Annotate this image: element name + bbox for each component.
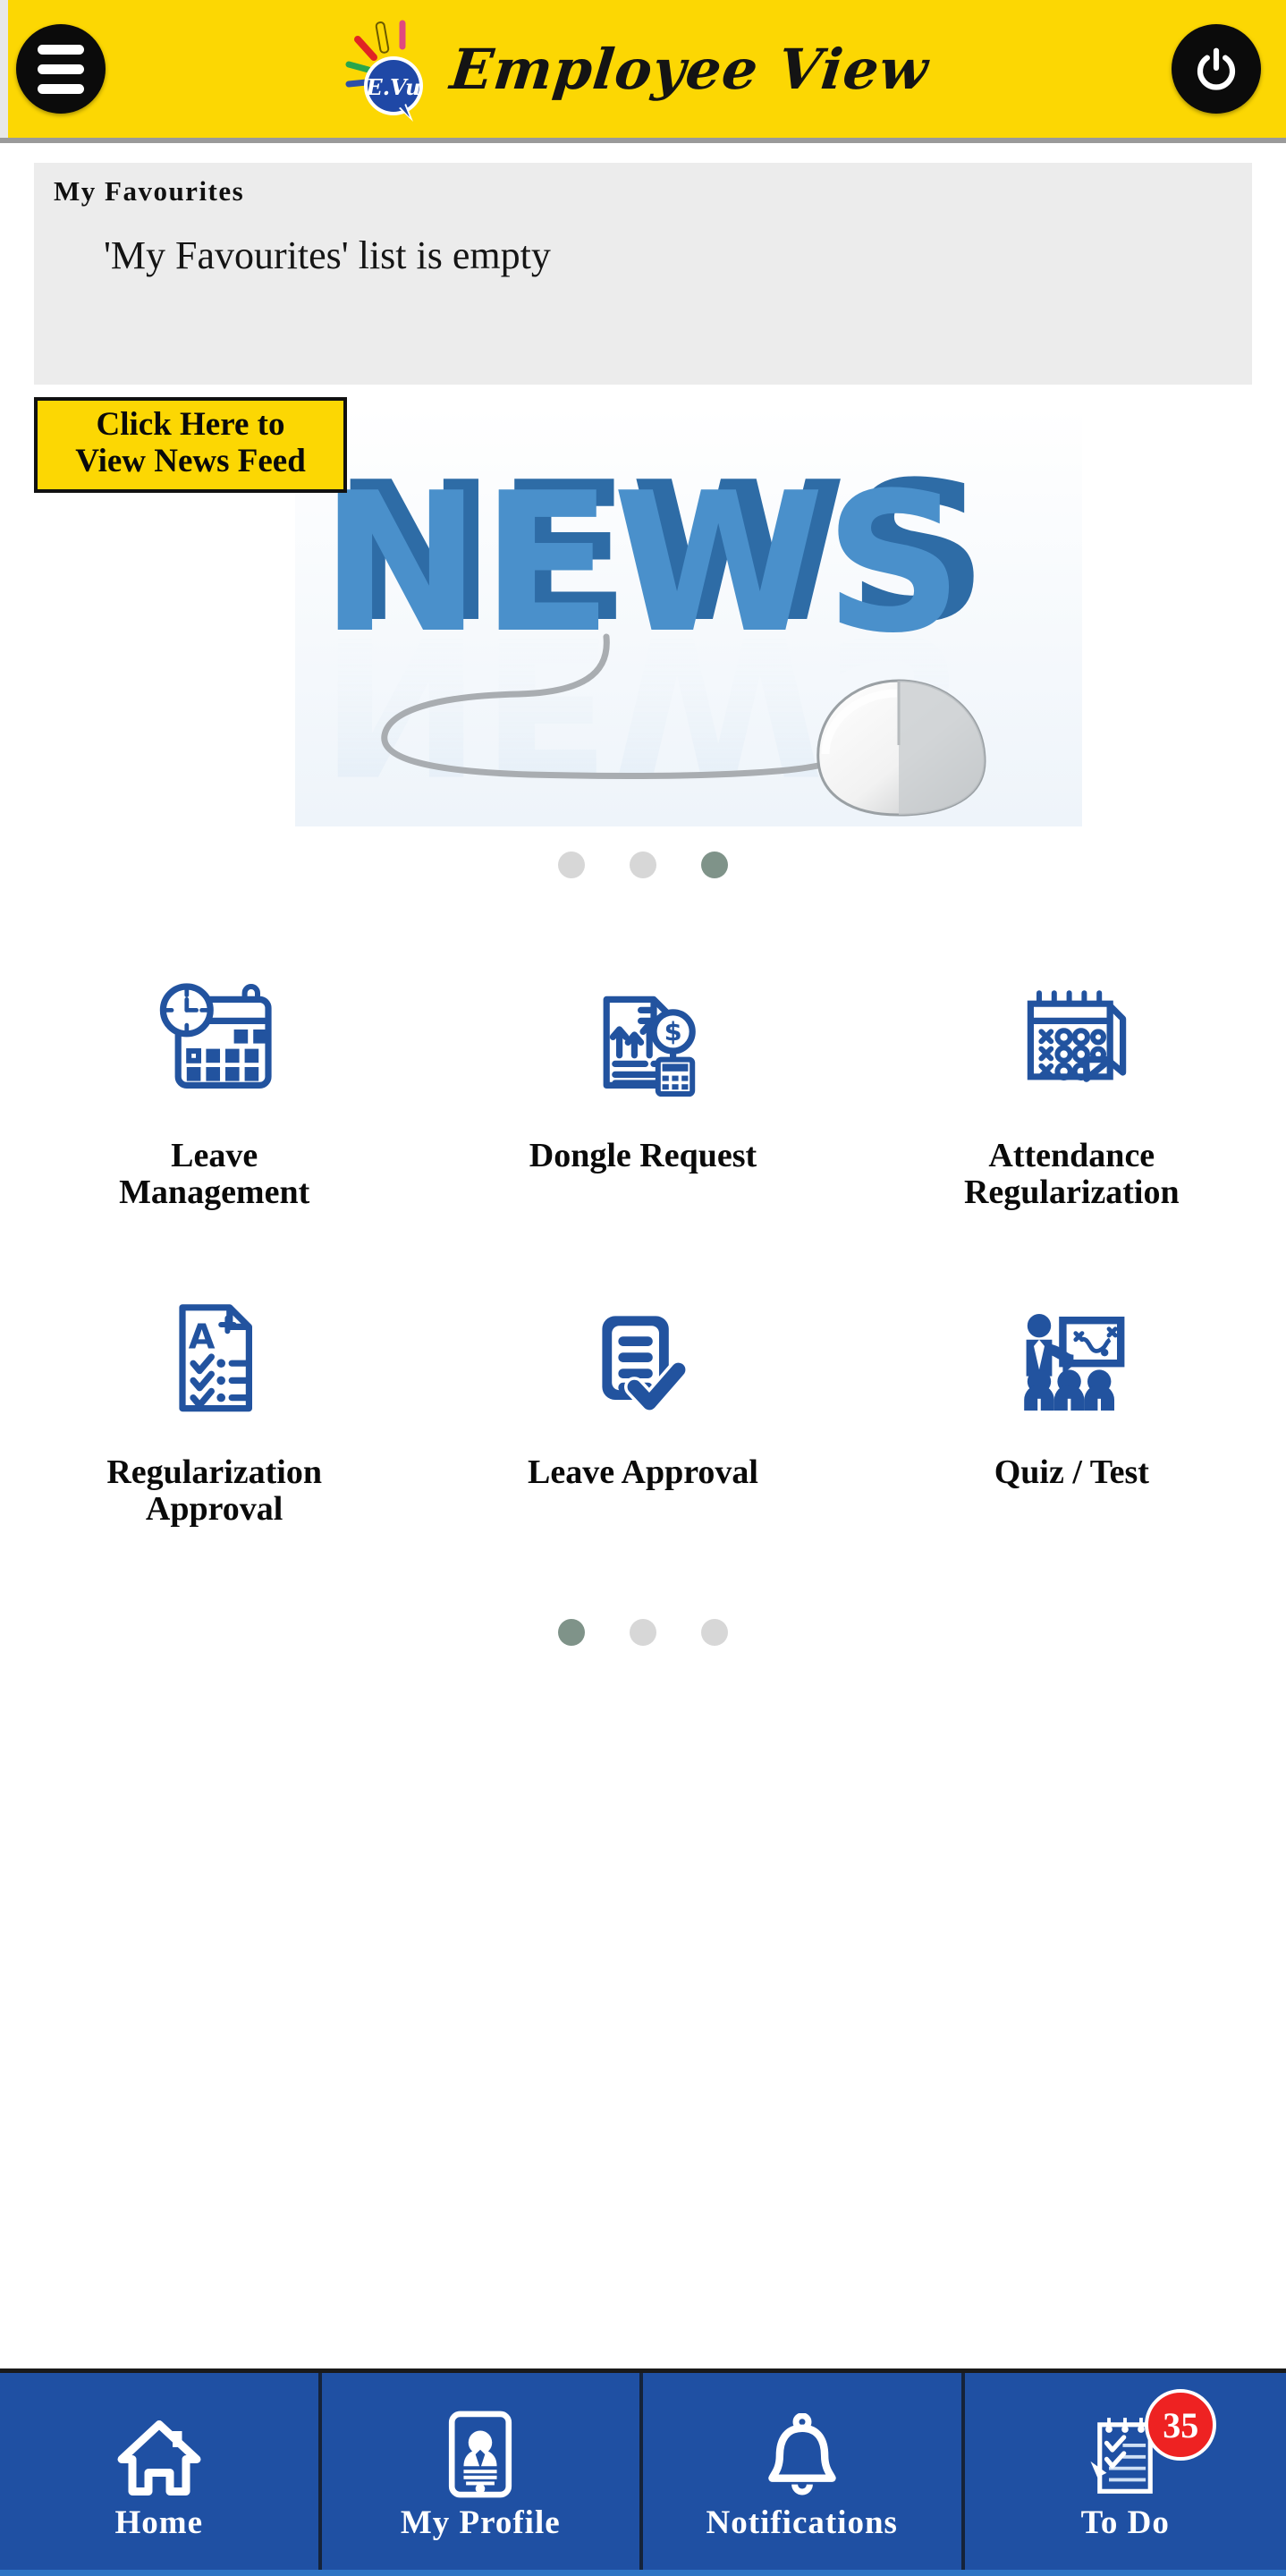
- hamburger-menu-icon-line3: [38, 83, 84, 94]
- app-tile-label: Quiz / Test: [994, 1453, 1149, 1492]
- nav-item-notifications[interactable]: Notifications: [643, 2373, 965, 2570]
- news-carousel-dot-1[interactable]: [558, 852, 585, 878]
- app-shortcut-grid: Leave Management $ Dongle Request Attend…: [0, 878, 1286, 1647]
- bell-icon: [765, 2402, 840, 2498]
- my-favourites-empty-message: 'My Favourites' list is empty: [104, 233, 551, 277]
- app-tile-regularization-approval[interactable]: A Regularization Approval: [0, 1281, 428, 1528]
- view-news-feed-button[interactable]: Click Here to View News Feed: [34, 397, 347, 493]
- news-illustration: NEWS NEWS NEWS: [295, 406, 1082, 826]
- app-tile-label: Regularization Approval: [106, 1453, 322, 1529]
- power-icon: [1197, 47, 1236, 90]
- news-button-line2: View News Feed: [75, 443, 306, 480]
- nav-item-home[interactable]: Home: [0, 2373, 322, 2570]
- news-carousel-dot-2[interactable]: [630, 852, 656, 878]
- apps-carousel-dot-1[interactable]: [558, 1619, 585, 1647]
- news-banner: NEWS NEWS NEWS Click Here to View News F…: [0, 388, 1286, 835]
- nav-label: My Profile: [400, 2504, 561, 2541]
- scroll-content: My Favourites 'My Favourites' list is em…: [0, 143, 1286, 2368]
- power-button[interactable]: [1172, 24, 1261, 114]
- app-grid-row-2: A Regularization Approval Leave Approval…: [0, 1281, 1286, 1528]
- brand: E.Vu Employee View: [97, 16, 1172, 122]
- my-favourites-title: My Favourites: [54, 175, 245, 207]
- app-tile-leave-management[interactable]: Leave Management: [0, 964, 428, 1211]
- document-dollar-calculator-icon: $: [571, 964, 715, 1116]
- app-tile-label: Dongle Request: [529, 1137, 757, 1174]
- presentation-training-icon: [1000, 1281, 1143, 1433]
- nav-label: Notifications: [706, 2504, 898, 2541]
- bottom-navigation-bar: Home My Profile Notifications To Do 35: [0, 2368, 1286, 2576]
- nav-label: Home: [114, 2504, 204, 2541]
- calendar-clock-icon: [143, 964, 286, 1116]
- hamburger-menu-icon: [38, 44, 84, 55]
- wall-calendar-marks-icon: [1000, 964, 1143, 1116]
- app-header: E.Vu Employee View: [0, 0, 1286, 143]
- svg-text:E.Vu: E.Vu: [365, 74, 420, 100]
- hamburger-menu-icon-line2: [38, 64, 84, 74]
- svg-text:$: $: [664, 1016, 682, 1046]
- svg-text:A: A: [188, 1317, 215, 1357]
- app-tile-label: Leave Approval: [528, 1453, 758, 1492]
- app-tile-quiz-test[interactable]: Quiz / Test: [858, 1281, 1286, 1528]
- app-grid-row-1: Leave Management $ Dongle Request Attend…: [0, 964, 1286, 1211]
- apps-carousel-dot-3[interactable]: [701, 1619, 728, 1647]
- app-logo-icon: E.Vu: [340, 16, 438, 122]
- app-tile-label: Leave Management: [119, 1137, 310, 1212]
- apps-carousel-dot-2[interactable]: [630, 1619, 656, 1647]
- status-badge: 35: [1145, 2389, 1217, 2461]
- profile-phone-icon: [448, 2402, 512, 2498]
- app-tile-dongle-request[interactable]: $ Dongle Request: [428, 964, 857, 1211]
- app-tile-attendance-regularization[interactable]: Attendance Regularization: [858, 964, 1286, 1211]
- hamburger-menu-button[interactable]: [16, 24, 106, 114]
- nav-item-to-do[interactable]: To Do 35: [964, 2373, 1286, 2570]
- news-button-line1: Click Here to: [96, 406, 285, 443]
- header-left-edge: [0, 0, 8, 138]
- document-check-icon: [571, 1281, 715, 1433]
- a-plus-checklist-icon: A: [143, 1281, 286, 1433]
- home-icon: [116, 2402, 202, 2498]
- nav-item-my-profile[interactable]: My Profile: [321, 2373, 643, 2570]
- news-carousel-dot-3[interactable]: [701, 852, 728, 878]
- app-root: E.Vu Employee View My Favourites 'My Fav…: [0, 0, 1286, 2576]
- apps-carousel-dots: [0, 1603, 1286, 1647]
- nav-label: To Do: [1080, 2504, 1170, 2541]
- news-carousel-dots: [0, 835, 1286, 878]
- app-tile-label: Attendance Regularization: [963, 1137, 1180, 1212]
- my-favourites-card: My Favourites 'My Favourites' list is em…: [34, 163, 1252, 385]
- app-tile-leave-approval[interactable]: Leave Approval: [428, 1281, 857, 1528]
- app-title: Employee View: [447, 36, 932, 102]
